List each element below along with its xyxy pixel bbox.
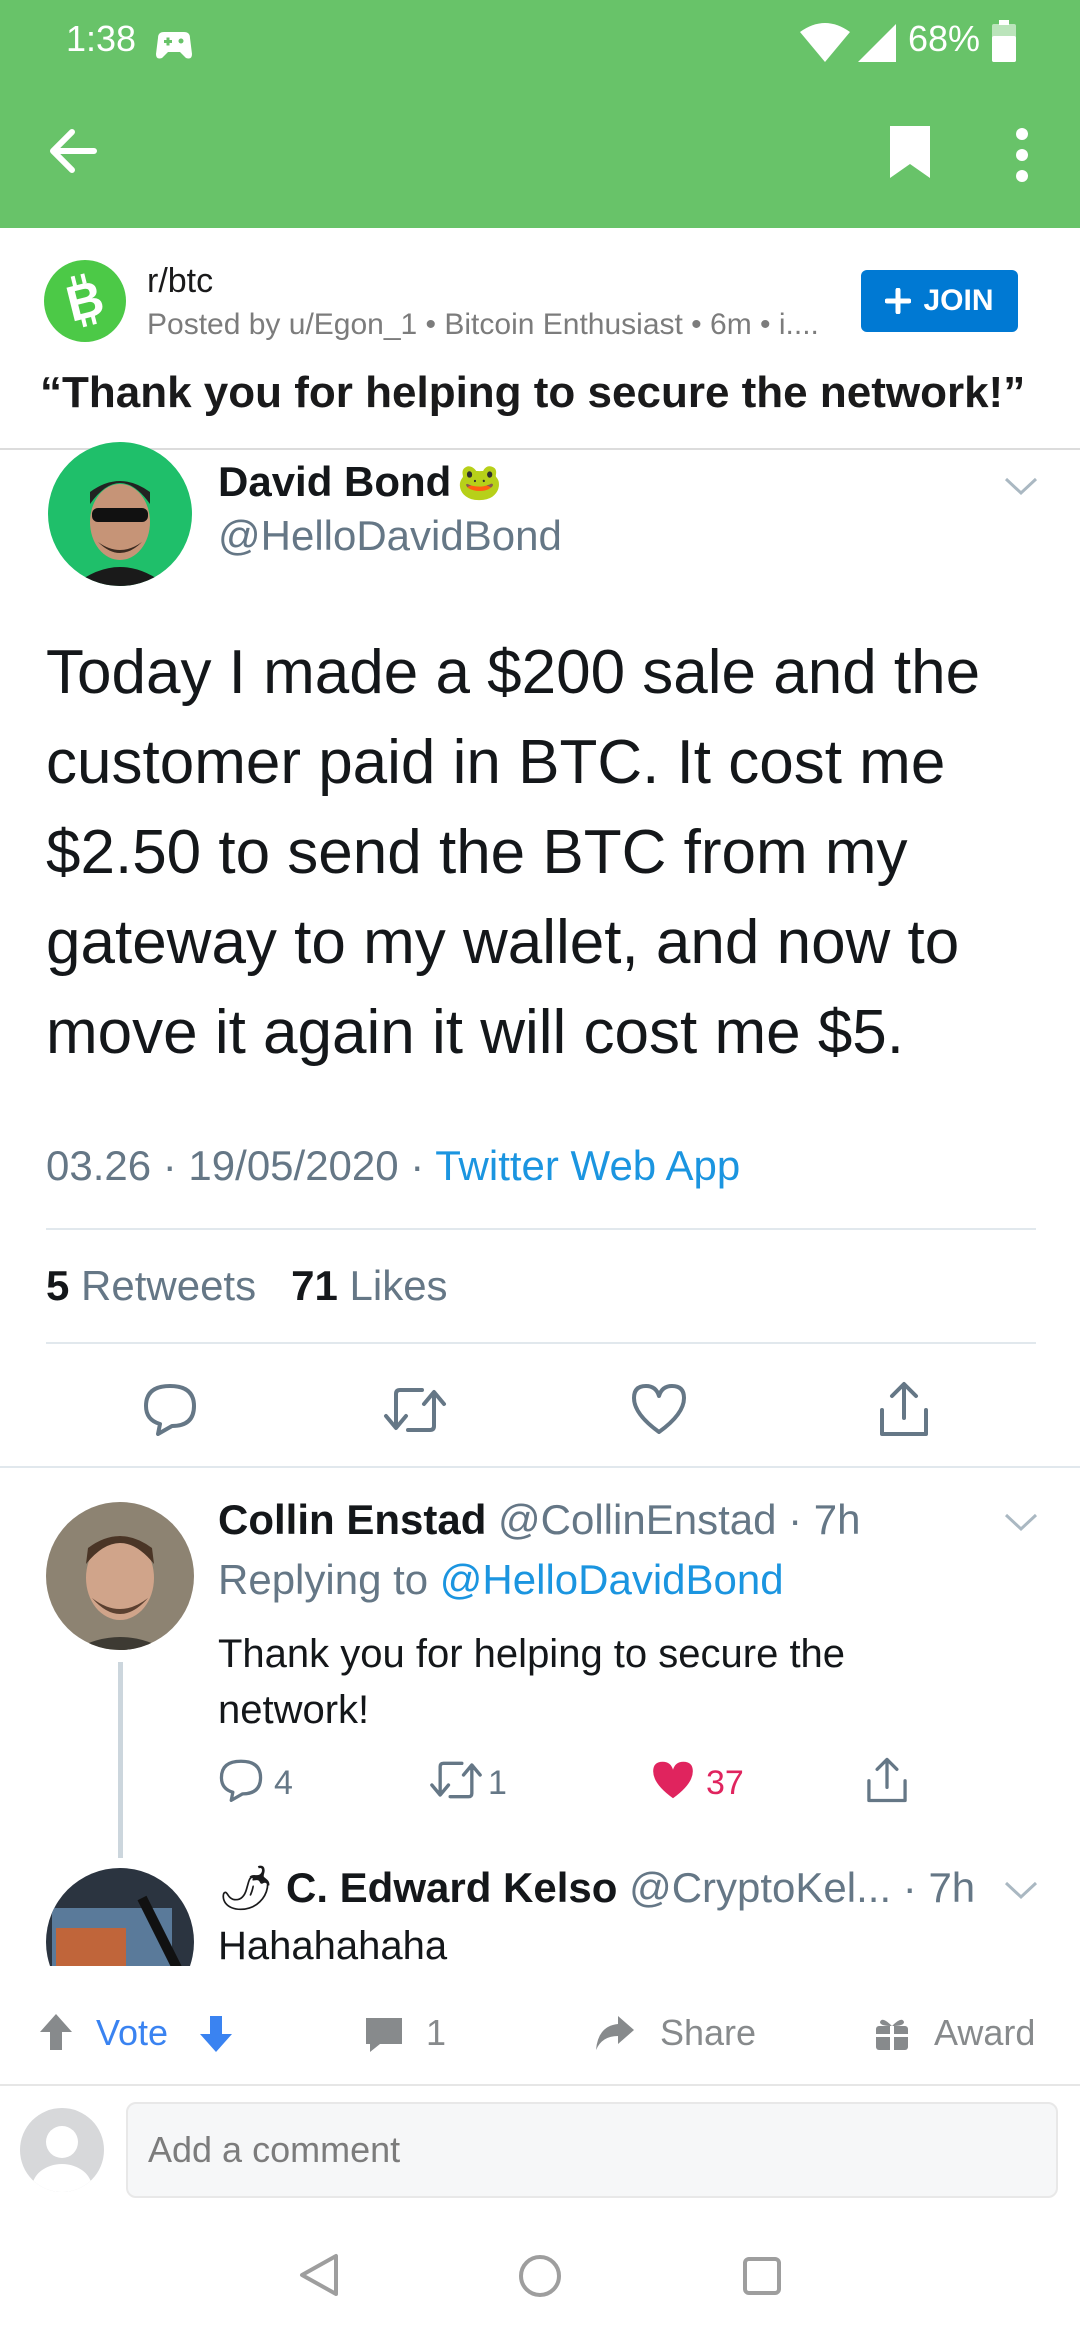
like-heart-icon: [632, 1384, 686, 1434]
comment-placeholder: Add a comment: [148, 2129, 401, 2170]
tweet-author-name: David Bond 🐸: [218, 458, 502, 506]
award-gift-icon: [876, 2019, 908, 2052]
reply-handle-time: @CollinEnstad · 7h: [486, 1496, 861, 1543]
comment-input[interactable]: Add a comment: [126, 2102, 1058, 2198]
user-avatar-icon: [20, 2108, 104, 2192]
tweet-author-avatar: [48, 442, 192, 586]
chevron-down-icon[interactable]: [1004, 1880, 1038, 1900]
bookmark-icon[interactable]: [888, 124, 932, 180]
reply-author-name: Collin Enstad: [218, 1496, 487, 1543]
post-title: “Thank you for helping to secure the net…: [40, 368, 1026, 417]
divider: [0, 2084, 1080, 2086]
join-label: JOIN: [923, 284, 994, 317]
comments-count: 1: [426, 2012, 447, 2053]
retweet-icon: [384, 1388, 446, 1432]
retweets-label: Retweets: [69, 1262, 257, 1309]
reply2-author-avatar: [46, 1868, 194, 1966]
subreddit-name[interactable]: r/btc: [147, 262, 213, 301]
reply-text: Thank you for helping to secure the netw…: [218, 1632, 846, 1732]
vote-label: Vote: [96, 2012, 169, 2053]
reply-icon: [219, 1759, 263, 1802]
reply-likes-count: 37: [706, 1764, 744, 1802]
replying-to: Replying to @HelloDavidBond: [218, 1556, 784, 1604]
share-tweet-icon: [867, 1757, 907, 1803]
reply-header: Collin Enstad @CollinEnstad · 7h: [218, 1496, 861, 1544]
liked-heart-icon: [653, 1761, 693, 1799]
reply2-author-name: C. Edward Kelso: [286, 1864, 618, 1911]
battery-percent: 68%: [908, 18, 981, 59]
likes-count: 71: [291, 1262, 338, 1309]
chili-emoji-icon: 🌶: [218, 1864, 274, 1913]
tweet-body: Today I made a $200 sale and the custome…: [46, 638, 981, 1067]
back-arrow-icon[interactable]: [48, 128, 98, 174]
reply-replies-count: 4: [274, 1764, 293, 1802]
join-button[interactable]: JOIN: [861, 270, 1018, 332]
more-vertical-icon[interactable]: [1012, 126, 1032, 184]
nav-back-icon[interactable]: [298, 2252, 340, 2298]
reply2-handle-time: @CryptoKel... · 7h: [617, 1864, 976, 1911]
downvote-icon[interactable]: [198, 2014, 234, 2054]
tweet-timestamp: 03.26 · 19/05/2020 · Twitter Web App: [46, 1142, 740, 1190]
status-time: 1:38: [66, 18, 137, 59]
comments-button[interactable]: 1: [364, 2010, 514, 2060]
plus-icon: [885, 288, 912, 314]
signal-icon: [858, 24, 896, 62]
tweet-stats: 5 Retweets 71 Likes: [46, 1262, 448, 1310]
reply2-header: C. Edward Kelso @CryptoKel... · 7h: [286, 1864, 975, 1912]
reply-author-avatar: [46, 1502, 194, 1650]
gamepad-icon: [156, 32, 192, 59]
share-tweet-icon: [880, 1382, 928, 1436]
retweets-count: 5: [46, 1262, 70, 1309]
likes-label: Likes: [337, 1262, 448, 1309]
upvote-icon[interactable]: [38, 2012, 74, 2052]
reply2-text: Hahahahaha: [218, 1924, 448, 1968]
wifi-icon: [800, 23, 850, 62]
replying-prefix: Replying to: [218, 1556, 440, 1603]
post-meta: Posted by u/Egon_1 • Bitcoin Enthusiast …: [147, 308, 819, 341]
award-label: Award: [934, 2012, 1036, 2053]
chevron-down-icon[interactable]: [1004, 476, 1038, 496]
reply-icon: [144, 1384, 196, 1436]
frog-emoji-icon: 🐸: [457, 461, 503, 502]
tweet-author-handle: @HelloDavidBond: [218, 512, 562, 559]
divider: [46, 1228, 1036, 1230]
tweet-author-name-text: David Bond: [218, 458, 452, 505]
divider: [0, 1466, 1080, 1468]
battery-icon: [992, 20, 1016, 62]
tweet-time: 03.26 · 19/05/2020 ·: [46, 1142, 436, 1189]
nav-recents-icon[interactable]: [742, 2256, 782, 2296]
comment-icon: [366, 2018, 402, 2052]
share-button[interactable]: Share: [594, 2006, 774, 2062]
share-arrow-icon: [596, 2016, 634, 2050]
reply-retweets-count: 1: [488, 1764, 507, 1802]
replying-handle: @HelloDavidBond: [439, 1556, 784, 1603]
thread-line: [118, 1662, 123, 1858]
award-button[interactable]: Award: [874, 2006, 1054, 2062]
nav-home-icon[interactable]: [518, 2254, 562, 2298]
retweet-icon: [430, 1761, 482, 1799]
divider: [46, 1342, 1036, 1344]
subreddit-avatar[interactable]: B: [44, 260, 126, 342]
share-label: Share: [660, 2012, 757, 2053]
chevron-down-icon[interactable]: [1004, 1512, 1038, 1532]
tweet-source: Twitter Web App: [435, 1142, 741, 1189]
